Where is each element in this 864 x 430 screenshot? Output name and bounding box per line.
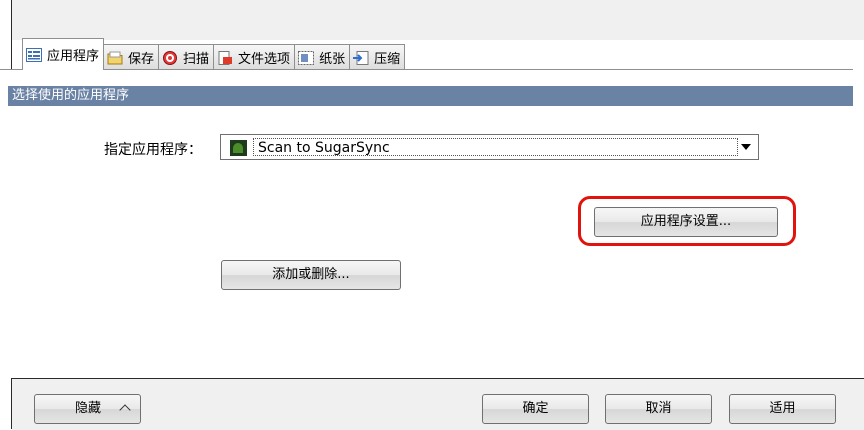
apply-button[interactable]: 适用	[729, 394, 836, 424]
folder-icon	[107, 51, 123, 65]
tab-compress[interactable]: 压缩	[349, 44, 406, 70]
section-title: 选择使用的应用程序	[8, 86, 853, 106]
tab-scan-label: 扫描	[183, 52, 210, 67]
ok-button[interactable]: 确定	[482, 394, 589, 424]
tab-bar: 应用程序 保存 扫描 文件选项 纸张 压缩	[22, 37, 406, 70]
paper-icon	[298, 50, 315, 65]
tab-save-label: 保存	[128, 52, 155, 67]
title-area	[12, 0, 864, 40]
file-icon	[217, 50, 233, 65]
compress-icon	[353, 50, 369, 65]
tab-save[interactable]: 保存	[103, 44, 160, 70]
tab-application-label: 应用程序	[47, 49, 100, 64]
tab-paper-label: 纸张	[319, 52, 346, 67]
hide-button[interactable]: 隐藏	[34, 394, 141, 424]
tab-compress-label: 压缩	[374, 52, 401, 67]
tab-scan[interactable]: 扫描	[158, 44, 215, 70]
app-select-value: Scan to SugarSync	[253, 138, 738, 156]
add-remove-button[interactable]: 添加或删除...	[221, 260, 401, 290]
app-select-label: 指定应用程序：	[104, 142, 202, 158]
sugarsync-app-icon	[230, 140, 247, 156]
chevron-up-icon	[119, 404, 131, 416]
cancel-button[interactable]: 取消	[605, 394, 712, 424]
app-settings-button[interactable]: 应用程序设置...	[594, 207, 778, 237]
tab-file-options-label: 文件选项	[238, 52, 291, 67]
scan-icon	[162, 50, 178, 65]
tab-application[interactable]: 应用程序	[22, 38, 105, 70]
app-select-dropdown[interactable]: Scan to SugarSync	[220, 134, 759, 160]
tab-file-options[interactable]: 文件选项	[213, 44, 296, 70]
hide-button-label: 隐藏	[75, 401, 102, 416]
chevron-down-icon[interactable]	[741, 144, 751, 150]
tab-paper[interactable]: 纸张	[294, 44, 351, 70]
app-list-icon	[26, 47, 42, 62]
